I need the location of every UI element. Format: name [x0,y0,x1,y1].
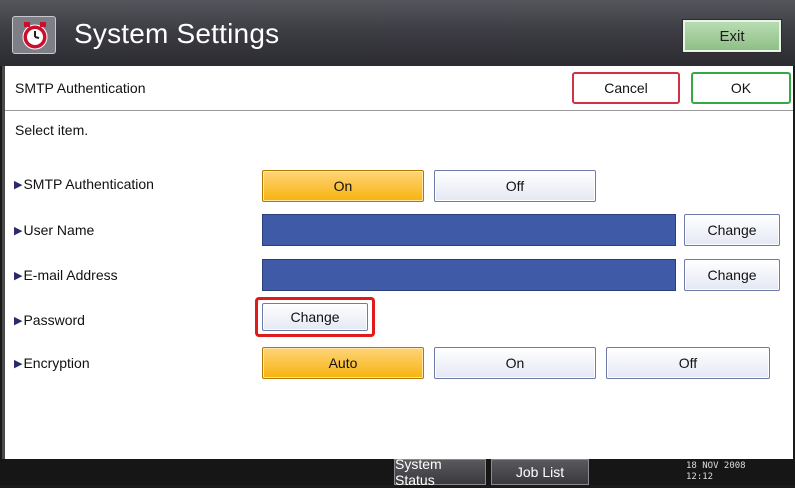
user-name-change-button[interactable]: Change [684,214,780,246]
system-status-button[interactable]: System Status [394,456,486,488]
arrow-right-icon: ▶ [14,269,23,282]
encryption-auto-button[interactable]: Auto [262,347,424,379]
arrow-right-icon: ▶ [14,178,23,191]
instruction-text: Select item. [15,122,89,138]
time-text: 12:12 [686,472,714,482]
encryption-on-button[interactable]: On [434,347,596,379]
cancel-button[interactable]: Cancel [572,72,680,104]
title-bar: System Settings Exit [0,0,795,66]
arrow-right-icon: ▶ [14,314,23,327]
ok-button[interactable]: OK [691,72,791,104]
email-field [262,259,676,291]
encryption-label: ▶ Encryption [14,355,90,371]
smtp-auth-off-button[interactable]: Off [434,170,596,202]
email-change-button[interactable]: Change [684,259,780,291]
app-title: System Settings [74,18,280,49]
encryption-label-text: Encryption [23,355,90,371]
screen-header: SMTP Authentication Cancel OK [5,68,793,111]
status-bar: System Status Job List 18 NOV 2008 12:12 [0,456,795,488]
user-name-label: ▶ User Name [14,222,94,238]
smtp-auth-on-button[interactable]: On [262,170,424,202]
date-time: 18 NOV 2008 12:12 [686,461,746,483]
date-text: 18 NOV 2008 [686,461,746,471]
smtp-auth-label-text: SMTP Authentication [23,176,154,192]
screen: System Settings Exit SMTP Authentication… [0,0,795,488]
user-name-label-text: User Name [23,222,95,238]
password-label: ▶ Password [14,312,85,328]
password-label-text: Password [23,312,85,328]
email-label-text: E-mail Address [23,267,118,283]
encryption-off-button[interactable]: Off [606,347,770,379]
arrow-right-icon: ▶ [14,224,23,237]
exit-button[interactable]: Exit [682,19,782,53]
smtp-auth-label: ▶ SMTP Authentication [14,176,154,192]
job-list-button[interactable]: Job List [491,459,589,485]
arrow-right-icon: ▶ [14,357,23,370]
screen-title: SMTP Authentication [15,80,146,96]
user-name-field [262,214,676,246]
system-settings-icon [12,16,56,54]
email-label: ▶ E-mail Address [14,267,118,283]
highlight-box [255,297,375,337]
